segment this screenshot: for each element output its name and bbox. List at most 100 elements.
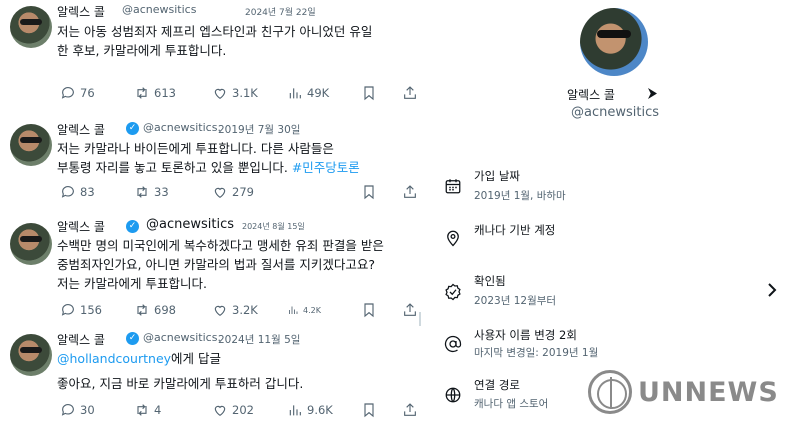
info-title: 캐나다 기반 계정 bbox=[474, 223, 556, 237]
author-name[interactable]: 알렉스 콜 bbox=[57, 3, 105, 20]
tweet-line: 부통령 자리를 놓고 토론하고 있을 뿐입니다. #민주당토론 bbox=[57, 160, 360, 175]
watermark-logo-icon bbox=[588, 370, 632, 414]
views-chart-icon bbox=[289, 405, 301, 416]
retweet-button[interactable]: 4 bbox=[134, 402, 161, 418]
views-chart-icon bbox=[289, 88, 301, 99]
tweet-date[interactable]: 2024년 11월 5일 bbox=[218, 332, 300, 347]
views-button[interactable]: 4.2K bbox=[287, 304, 321, 316]
retweet-icon bbox=[137, 87, 147, 99]
like-count: 3.1K bbox=[232, 86, 258, 100]
profile-name: 알렉스 콜 bbox=[567, 88, 615, 102]
bookmark-icon bbox=[364, 403, 374, 418]
tweet-date[interactable]: 2019년 7월 30일 bbox=[218, 122, 300, 137]
tweet-actions: 30 4 202 9.6K bbox=[57, 402, 427, 420]
verified-check-icon bbox=[444, 283, 462, 301]
info-subtitle: 캐나다 앱 스토어 bbox=[474, 398, 549, 410]
retweet-button[interactable]: 698 bbox=[134, 302, 176, 318]
bookmark-button[interactable] bbox=[361, 85, 377, 101]
info-subtitle: 2023년 12월부터 bbox=[474, 295, 557, 307]
reply-button[interactable]: 76 bbox=[60, 85, 95, 101]
affiliate-badge-icon bbox=[648, 88, 657, 99]
share-button[interactable] bbox=[402, 402, 418, 418]
watermark: UNNEWS bbox=[588, 370, 788, 414]
tweet-text: 저는 카말라나 바이든에게 투표합니다. 다른 사람들은 부통령 자리를 놓고 … bbox=[57, 139, 417, 177]
author-handle[interactable]: @acnewsitics bbox=[146, 217, 234, 232]
like-button[interactable]: 279 bbox=[212, 184, 254, 200]
views-count: 9.6K bbox=[307, 403, 333, 417]
profile-handle: @acnewsitics bbox=[571, 105, 659, 120]
views-button[interactable]: 9.6K bbox=[287, 402, 333, 418]
profile-avatar[interactable] bbox=[580, 8, 648, 76]
avatar[interactable] bbox=[10, 124, 52, 166]
author-handle[interactable]: @acnewsitics bbox=[122, 3, 196, 16]
tweet-text: 좋아요, 지금 바로 카말라에게 투표하러 갑니다. bbox=[57, 374, 417, 393]
mention-link[interactable]: @hollandcourtney bbox=[57, 351, 171, 366]
bookmark-icon bbox=[364, 185, 374, 200]
reply-icon bbox=[61, 304, 74, 316]
reply-button[interactable]: 83 bbox=[60, 184, 95, 200]
tweet-date[interactable]: 2024년 8월 15일 bbox=[242, 221, 305, 232]
watermark-text: UNNEWS bbox=[638, 376, 779, 408]
retweet-button[interactable]: 33 bbox=[134, 184, 169, 200]
retweet-count: 4 bbox=[154, 403, 162, 417]
verified-badge-icon: ✓ bbox=[126, 122, 139, 135]
chevron-right-icon[interactable] bbox=[766, 282, 778, 298]
bookmark-button[interactable] bbox=[361, 302, 377, 318]
like-button[interactable]: 202 bbox=[212, 402, 254, 418]
retweet-icon bbox=[137, 304, 147, 316]
heart-icon bbox=[214, 405, 226, 417]
share-button[interactable] bbox=[402, 302, 418, 318]
reply-button[interactable]: 30 bbox=[60, 402, 95, 418]
calendar-icon bbox=[444, 177, 462, 195]
tweet-date[interactable]: 2024년 7월 22일 bbox=[245, 5, 316, 18]
retweet-icon bbox=[137, 186, 147, 198]
share-icon bbox=[404, 86, 416, 99]
hashtag-link[interactable]: #민주당토론 bbox=[292, 160, 360, 175]
avatar[interactable] bbox=[10, 334, 52, 376]
share-icon bbox=[404, 403, 416, 416]
share-button[interactable] bbox=[402, 184, 418, 200]
avatar[interactable] bbox=[10, 6, 52, 48]
retweet-count: 613 bbox=[154, 86, 176, 100]
author-handle[interactable]: @acnewsitics. bbox=[143, 331, 221, 344]
info-title: 연결 경로 bbox=[474, 378, 520, 392]
reply-icon bbox=[61, 404, 74, 416]
author-name[interactable]: 알렉스 콜 bbox=[57, 121, 105, 138]
reply-count: 156 bbox=[80, 303, 102, 317]
reply-icon bbox=[61, 87, 74, 99]
like-button[interactable]: 3.2K bbox=[212, 302, 258, 318]
heart-icon bbox=[214, 88, 226, 100]
retweet-button[interactable]: 613 bbox=[134, 85, 176, 101]
tweet-line: 저는 카말라에게 투표합니다. bbox=[57, 276, 207, 291]
globe-icon bbox=[444, 386, 462, 404]
tweet-text: 저는 아동 성범죄자 제프리 엡스타인과 친구가 아니었던 유일 한 후보, 카… bbox=[57, 22, 417, 60]
bookmark-button[interactable] bbox=[361, 184, 377, 200]
author-name[interactable]: 알렉스 콜 bbox=[57, 218, 105, 235]
like-count: 279 bbox=[232, 185, 254, 199]
retweet-icon bbox=[137, 404, 147, 416]
info-subtitle: 2019년 1월, 바하마 bbox=[474, 190, 566, 202]
reply-count: 83 bbox=[80, 185, 95, 199]
bookmark-button[interactable] bbox=[361, 402, 377, 418]
info-title: 확인됨 bbox=[474, 274, 506, 288]
avatar[interactable] bbox=[10, 223, 52, 265]
reply-button[interactable]: 156 bbox=[60, 302, 102, 318]
heart-icon bbox=[214, 187, 226, 199]
info-subtitle: 마지막 변경일: 2019년 1월 bbox=[474, 347, 599, 359]
reply-count: 30 bbox=[80, 403, 95, 417]
views-button[interactable]: 49K bbox=[287, 85, 329, 101]
share-icon bbox=[404, 303, 416, 316]
author-name[interactable]: 알렉스 콜 bbox=[57, 331, 105, 348]
verified-badge-icon: ✓ bbox=[126, 220, 139, 233]
tweet-line: 수백만 명의 미국인에게 복수하겠다고 맹세한 유죄 판결을 받은 bbox=[57, 238, 384, 253]
tweet-line: 한 후보, 카말라에게 투표합니다. bbox=[57, 43, 227, 58]
verified-badge-icon: ✓ bbox=[126, 332, 139, 345]
like-count: 202 bbox=[232, 403, 254, 417]
reply-to-label: 에게 답글 bbox=[171, 351, 222, 366]
at-sign-icon bbox=[444, 335, 462, 353]
account-info-panel: 알렉스 콜 @acnewsitics 가입 날짜 2019년 1월, 바하마 캐… bbox=[428, 0, 800, 426]
author-handle[interactable]: @acnewsitics. bbox=[143, 121, 221, 134]
share-button[interactable] bbox=[402, 85, 418, 101]
scrollbar[interactable] bbox=[419, 312, 421, 326]
like-button[interactable]: 3.1K bbox=[212, 85, 258, 101]
